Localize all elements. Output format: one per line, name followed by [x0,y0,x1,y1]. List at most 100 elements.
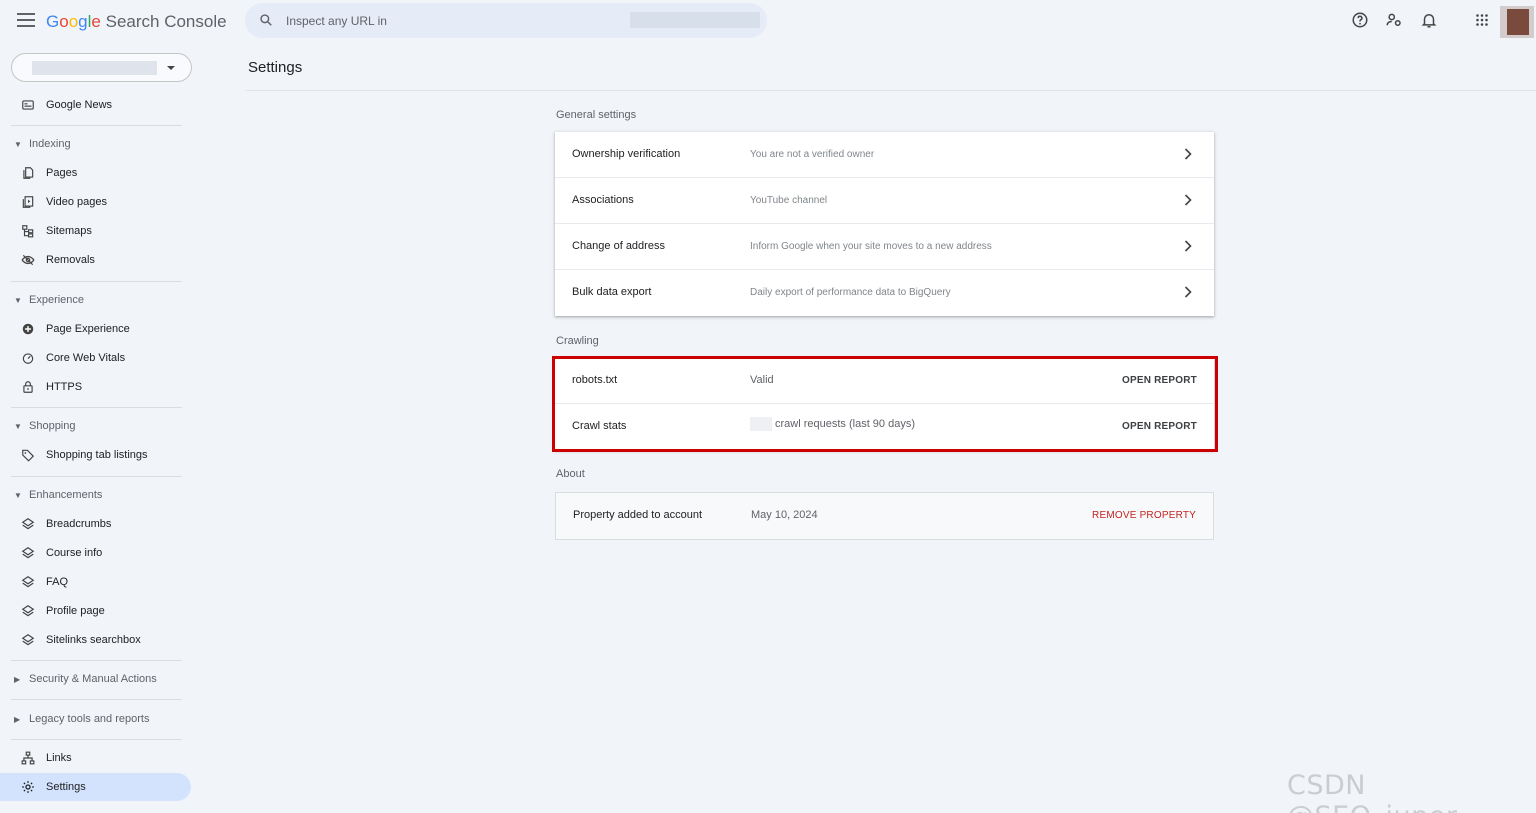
sidebar-item-https[interactable]: HTTPS [0,373,191,401]
sidebar-item-faq[interactable]: FAQ [0,568,191,596]
chevron-down-icon [167,66,175,70]
row-value: Daily export of performance data to BigQ… [750,287,951,298]
sidebar-item-profile-page[interactable]: Profile page [0,597,191,625]
section-label: Security & Manual Actions [29,673,157,685]
sidebar-item-sitemaps[interactable]: Sitemaps [0,217,191,245]
search-placeholder: Inspect any URL in [286,14,387,28]
section-shopping[interactable]: ▼ Shopping [0,416,191,436]
row-key: Ownership verification [572,148,681,160]
sidebar-item-label: HTTPS [46,381,83,393]
row-key: Crawl stats [572,420,627,432]
general-settings-card: Ownership verification You are not a ver… [555,132,1214,316]
row-value-wrapper: crawl requests (last 90 days) [750,417,915,431]
account-avatar[interactable] [1507,9,1529,35]
chevron-right-icon [1184,148,1192,160]
sidebar-item-label: Sitelinks searchbox [46,634,141,646]
settings-row-bulk-data-export[interactable]: Bulk data export Daily export of perform… [555,270,1214,316]
logo-letter: o [68,12,79,31]
sidebar-item-core-web-vitals[interactable]: Core Web Vitals [0,344,191,372]
section-label: Shopping [29,420,76,432]
logo-letter: e [91,12,101,31]
divider [11,699,182,700]
divider [245,90,1536,91]
section-security-manual-actions[interactable]: ▶ Security & Manual Actions [0,669,191,689]
divider [11,407,182,408]
remove-property-button[interactable]: REMOVE PROPERTY [1092,510,1196,521]
sidebar-item-settings[interactable]: Settings [0,773,191,801]
sidebar-item-page-experience[interactable]: Page Experience [0,315,191,343]
sidebar-item-google-news[interactable]: Google News [0,91,191,119]
menu-icon[interactable] [17,13,35,27]
row-value: May 10, 2024 [751,509,818,521]
row-value: crawl requests (last 90 days) [775,417,915,430]
lock-icon [23,381,33,393]
row-key: Associations [572,194,634,206]
section-legacy-tools[interactable]: ▶ Legacy tools and reports [0,709,191,729]
help-icon[interactable] [1351,11,1369,29]
app-logo[interactable]: Google Search Console [46,12,227,32]
about-card: Property added to account May 10, 2024 R… [555,492,1214,540]
section-enhancements[interactable]: ▼ Enhancements [0,485,191,505]
section-experience[interactable]: ▼ Experience [0,290,191,310]
url-inspection-search[interactable]: Inspect any URL in [245,3,767,38]
settings-row-ownership-verification[interactable]: Ownership verification You are not a ver… [555,132,1214,178]
row-key: Bulk data export [572,286,652,298]
settings-row-associations[interactable]: Associations YouTube channel [555,178,1214,224]
page-title: Settings [248,59,303,76]
sidebar-item-sitelinks-searchbox[interactable]: Sitelinks searchbox [0,626,191,654]
open-report-button[interactable]: OPEN REPORT [1122,421,1197,432]
row-value: Inform Google when your site moves to a … [750,241,992,252]
sidebar-item-removals[interactable]: Removals [0,246,191,274]
sitemap-icon [22,225,34,238]
sidebar-item-label: Google News [46,99,113,111]
sidebar-item-links[interactable]: Links [0,744,191,772]
open-report-button[interactable]: OPEN REPORT [1122,375,1197,386]
section-label: Legacy tools and reports [29,713,150,725]
news-icon [22,100,34,110]
settings-row-change-of-address[interactable]: Change of address Inform Google when you… [555,224,1214,270]
sidebar-item-breadcrumbs[interactable]: Breadcrumbs [0,510,191,538]
redacted-count [750,417,772,431]
speed-gauge-icon [22,353,34,364]
sidebar-item-label: Removals [46,254,95,266]
divider [11,125,182,126]
divider [11,739,182,740]
expand-arrow-icon: ▶ [14,715,21,724]
sidebar-item-course-info[interactable]: Course info [0,539,191,567]
search-icon [260,14,272,26]
chevron-right-icon [1184,286,1192,298]
logo-letter: G [46,12,60,31]
gear-icon [22,781,34,793]
row-key: Property added to account [573,509,703,521]
layers-icon [21,605,35,617]
sidebar-item-shopping-tab-listings[interactable]: Shopping tab listings [0,441,191,469]
manage-users-icon[interactable] [1385,11,1403,29]
tag-icon [22,449,35,462]
sidebar-item-video-pages[interactable]: Video pages [0,188,191,216]
sidebar-item-label: Page Experience [46,323,130,335]
section-label-general: General settings [556,109,637,121]
divider [11,476,182,477]
crawling-row-crawl-stats: Crawl stats crawl requests (last 90 days… [555,404,1214,450]
crawling-row-robots-txt: robots.txt Valid OPEN REPORT [555,358,1214,404]
sidebar-item-label: Settings [46,781,86,793]
logo-product-name: Search Console [100,12,227,31]
apps-grid-icon[interactable] [1473,11,1491,29]
section-indexing[interactable]: ▼ Indexing [0,134,191,154]
section-label-about: About [556,468,585,480]
sidebar-item-label: Pages [46,167,78,179]
sidebar-item-pages[interactable]: Pages [0,159,191,187]
redacted-property-name [32,61,157,75]
row-value: Valid [750,374,774,386]
top-bar: Google Search Console Inspect any URL in [0,0,1536,42]
expand-arrow-icon: ▶ [14,675,21,684]
property-selector[interactable] [11,53,192,82]
row-key: Change of address [572,240,665,252]
layers-icon [21,547,35,559]
links-icon [21,751,35,765]
layers-icon [21,576,35,588]
sidebar-item-label: Links [46,752,72,764]
notifications-icon[interactable] [1420,11,1438,29]
collapse-arrow-icon: ▼ [14,491,22,500]
row-key: robots.txt [572,374,618,386]
